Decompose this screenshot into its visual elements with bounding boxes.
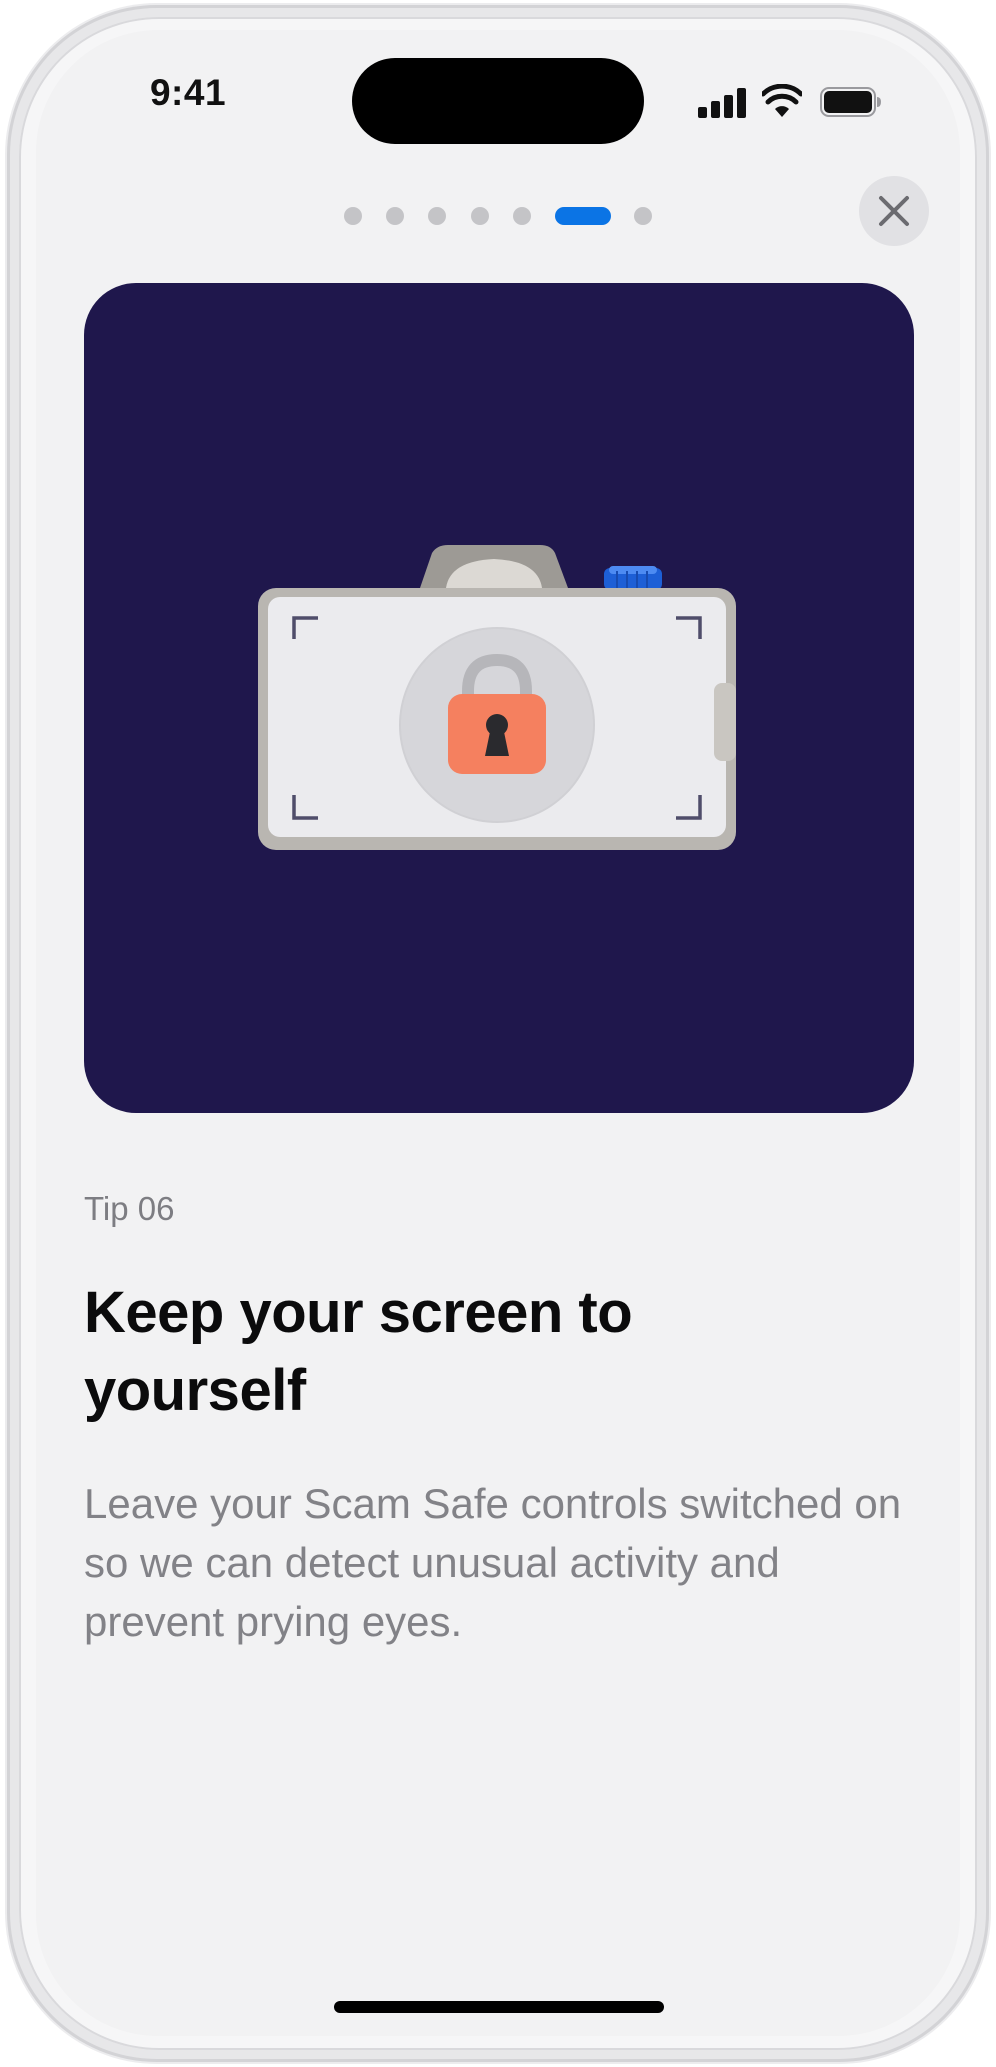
hero-illustration-card bbox=[84, 283, 914, 1113]
close-button[interactable] bbox=[859, 176, 929, 246]
status-time: 9:41 bbox=[149, 72, 227, 113]
tip-title: Keep your screen to yourself bbox=[84, 1280, 633, 1423]
page-dot-4[interactable] bbox=[471, 207, 489, 225]
home-indicator[interactable] bbox=[334, 2001, 664, 2013]
tip-description: Leave your Scam Safe controls switched o… bbox=[84, 1480, 902, 1645]
page-dot-3[interactable] bbox=[428, 207, 446, 225]
page-dot-7[interactable] bbox=[634, 207, 652, 225]
close-icon bbox=[879, 196, 909, 226]
page-dot-1[interactable] bbox=[344, 207, 362, 225]
page-dot-5[interactable] bbox=[513, 207, 531, 225]
page-indicator bbox=[0, 204, 996, 226]
wifi-icon bbox=[762, 84, 802, 117]
page-dot-2[interactable] bbox=[386, 207, 404, 225]
camera-with-padlock-illustration bbox=[258, 545, 736, 850]
page-dot-6-active[interactable] bbox=[555, 207, 611, 225]
battery-full-icon bbox=[820, 87, 881, 117]
cellular-signal-icon bbox=[698, 88, 746, 118]
dynamic-island bbox=[352, 58, 644, 144]
tip-number-label: Tip 06 bbox=[84, 1190, 175, 1227]
